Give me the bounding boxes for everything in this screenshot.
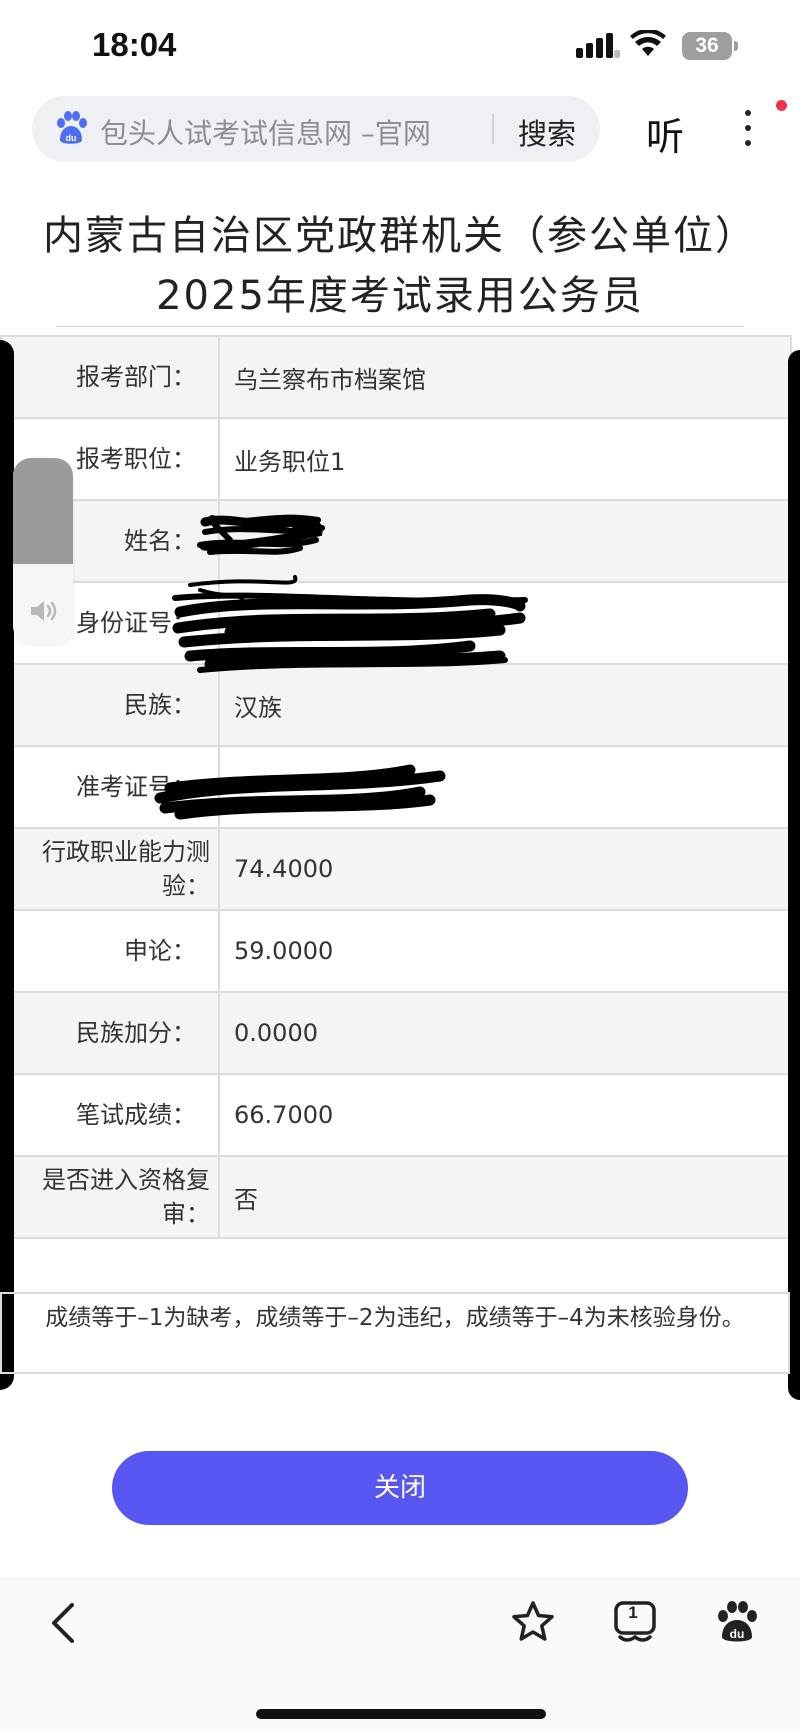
baidu-home-icon[interactable]: du — [714, 1599, 760, 1645]
battery-tip — [734, 41, 738, 51]
more-menu-icon[interactable] — [738, 108, 758, 150]
volume-level-fill — [13, 458, 73, 564]
battery-icon: 36 — [682, 32, 732, 60]
row-label: 准考证号： — [0, 745, 220, 829]
table-row: 准考证号： — [0, 745, 792, 829]
row-value: 59.0000 — [218, 909, 792, 993]
row-value: 74.4000 — [218, 827, 792, 911]
search-query-text[interactable]: 包头人试考试信息网 –官网 — [100, 112, 431, 152]
volume-slider[interactable] — [13, 458, 73, 644]
wifi-icon — [630, 30, 666, 56]
page-title: 内蒙古自治区党政群机关（参公单位）2025年度考试录用公务员 — [43, 213, 757, 319]
status-time: 18:04 — [92, 26, 177, 63]
row-label: 民族： — [0, 663, 220, 747]
title-divider — [56, 326, 744, 327]
star-icon[interactable] — [510, 1599, 556, 1645]
row-value: 0.0000 — [218, 991, 792, 1075]
row-value: 业务职位1 — [218, 417, 792, 501]
close-button[interactable]: 关闭 — [112, 1451, 688, 1525]
table-row: 民族加分： 0.0000 — [0, 991, 792, 1075]
row-label: 行政职业能力测验： — [0, 827, 220, 911]
row-label: 是否进入资格复审： — [0, 1155, 220, 1239]
cellular-signal-icon — [576, 33, 620, 58]
home-indicator — [256, 1709, 546, 1719]
table-row: 笔试成绩： 66.7000 — [0, 1073, 792, 1157]
tabs-count: 1 — [628, 1603, 638, 1622]
table-row: 申论： 59.0000 — [0, 909, 792, 993]
bottom-toolbar: 1 du — [0, 1578, 800, 1732]
table-row: 报考部门： 乌兰察布市档案馆 — [0, 335, 792, 419]
row-value: 乌兰察布市档案馆 — [218, 335, 792, 419]
table-row: 姓名： — [0, 499, 792, 583]
search-button[interactable]: 搜索 — [518, 111, 576, 153]
table-row: 行政职业能力测验： 74.4000 — [0, 827, 792, 911]
baidu-paw-icon: du — [57, 111, 87, 144]
row-value: 66.7000 — [218, 1073, 792, 1157]
screen-edge-left — [0, 340, 14, 1390]
table-row: 报考职位： 业务职位1 — [0, 417, 792, 501]
score-note: 成绩等于–1为缺考，成绩等于–2为违纪，成绩等于–4为未核验身份。 — [0, 1292, 790, 1374]
back-icon[interactable] — [48, 1599, 78, 1647]
row-value-redacted — [218, 745, 792, 829]
table-row: 民族： 汉族 — [0, 663, 792, 747]
listen-button[interactable]: 听 — [646, 106, 684, 161]
address-bar[interactable]: du 包头人试考试信息网 –官网 搜索 — [32, 96, 600, 162]
row-value: 汉族 — [218, 663, 792, 747]
search-divider — [492, 114, 494, 144]
row-label: 报考部门： — [0, 335, 220, 419]
row-label: 民族加分： — [0, 991, 220, 1075]
row-value: 否 — [218, 1155, 792, 1239]
svg-text:du: du — [66, 133, 77, 143]
screen-edge-right — [788, 350, 800, 1400]
speaker-icon — [31, 601, 57, 621]
table-row: 身份证号： — [0, 581, 792, 665]
row-label: 申论： — [0, 909, 220, 993]
status-bar: 18:04 36 — [0, 0, 800, 92]
notification-dot — [776, 100, 787, 111]
svg-text:du: du — [730, 1627, 745, 1641]
table-row: 是否进入资格复审： 否 — [0, 1155, 792, 1239]
row-label: 笔试成绩： — [0, 1073, 220, 1157]
score-table: 报考部门： 乌兰察布市档案馆 报考职位： 业务职位1 姓名： 身份证号： 民族：… — [0, 335, 792, 1239]
row-value-redacted — [218, 499, 792, 583]
row-value-redacted — [218, 581, 792, 665]
